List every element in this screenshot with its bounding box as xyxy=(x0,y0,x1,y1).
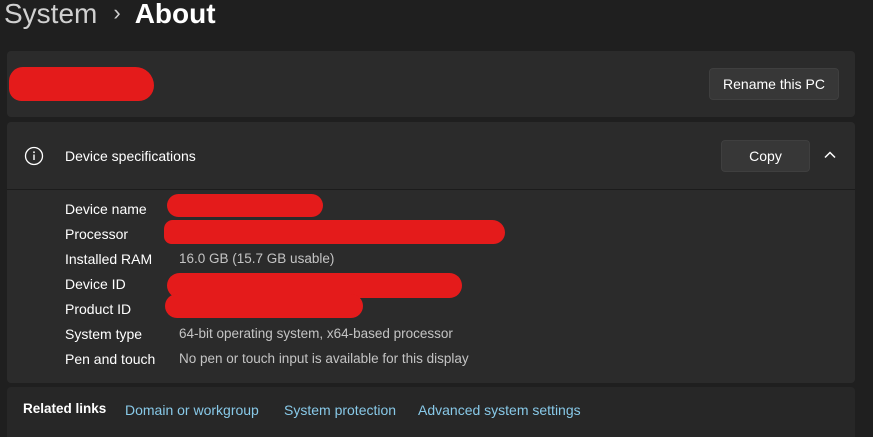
redacted-device-name xyxy=(167,194,323,217)
spec-label: System type xyxy=(65,326,143,342)
device-specs-header[interactable]: Device specifications Copy xyxy=(7,122,855,190)
spec-label: Device name xyxy=(65,201,147,217)
device-specs-card: Device specifications Copy Device name P… xyxy=(7,122,855,383)
spec-value: 64-bit operating system, x64-based proce… xyxy=(179,326,453,341)
redacted-processor xyxy=(164,220,505,244)
spec-label: Pen and touch xyxy=(65,351,156,367)
system-protection-link[interactable]: System protection xyxy=(284,402,396,418)
domain-workgroup-link[interactable]: Domain or workgroup xyxy=(125,402,259,418)
breadcrumb: System › About xyxy=(4,0,216,34)
pc-name-card: Rename this PC xyxy=(7,51,855,117)
settings-about-page: System › About Rename this PC Device spe… xyxy=(0,0,873,437)
breadcrumb-chevron-icon: › xyxy=(113,0,121,25)
related-links-bar: Related links Domain or workgroup System… xyxy=(7,387,855,437)
device-specs-title: Device specifications xyxy=(65,148,196,164)
copy-button[interactable]: Copy xyxy=(721,140,810,172)
related-links-title: Related links xyxy=(23,401,107,416)
advanced-system-settings-link[interactable]: Advanced system settings xyxy=(418,402,581,418)
spec-value: No pen or touch input is available for t… xyxy=(179,351,469,366)
chevron-up-icon[interactable] xyxy=(823,148,837,162)
info-icon xyxy=(24,146,44,166)
redacted-pc-name xyxy=(9,67,154,101)
redacted-product-id xyxy=(165,294,363,318)
spec-label: Product ID xyxy=(65,301,132,317)
spec-label: Installed RAM xyxy=(65,251,153,267)
rename-pc-button[interactable]: Rename this PC xyxy=(709,68,839,100)
spec-value: 16.0 GB (15.7 GB usable) xyxy=(179,251,335,266)
spec-label: Processor xyxy=(65,226,129,242)
page-title: About xyxy=(134,0,216,29)
spec-label: Device ID xyxy=(65,276,126,292)
breadcrumb-system[interactable]: System xyxy=(4,0,97,34)
